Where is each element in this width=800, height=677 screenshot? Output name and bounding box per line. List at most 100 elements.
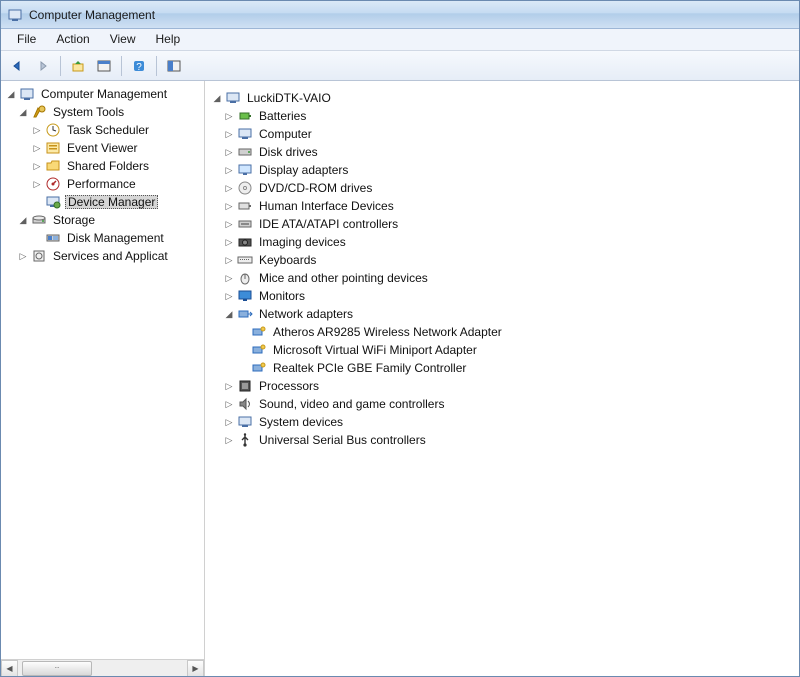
device-imaging[interactable]: ▷ Imaging devices	[209, 233, 797, 251]
computer-management-icon	[19, 86, 35, 102]
menu-file[interactable]: File	[7, 29, 46, 50]
spacer: ▷	[31, 232, 43, 244]
display-adapter-icon	[237, 162, 253, 178]
chevron-down-icon[interactable]: ◢	[17, 214, 29, 226]
device-usb[interactable]: ▷ Universal Serial Bus controllers	[209, 431, 797, 449]
tree-performance[interactable]: ▷ Performance	[3, 175, 204, 193]
menu-help[interactable]: Help	[146, 29, 191, 50]
chevron-right-icon[interactable]: ▷	[31, 178, 43, 190]
toolbar-separator	[121, 56, 122, 76]
disk-drive-icon	[237, 144, 253, 160]
tree-label: Mice and other pointing devices	[257, 272, 430, 284]
device-computer[interactable]: ▷ Computer	[209, 125, 797, 143]
tree-label: IDE ATA/ATAPI controllers	[257, 218, 400, 230]
app-icon	[7, 7, 23, 23]
toolbar-help-icon[interactable]: ?	[127, 54, 151, 78]
shared-folders-icon	[45, 158, 61, 174]
monitor-icon	[237, 288, 253, 304]
network-item[interactable]: ▷ Atheros AR9285 Wireless Network Adapte…	[209, 323, 797, 341]
chevron-right-icon[interactable]: ▷	[223, 200, 235, 212]
network-item[interactable]: ▷ Microsoft Virtual WiFi Miniport Adapte…	[209, 341, 797, 359]
chevron-right-icon[interactable]: ▷	[223, 128, 235, 140]
chevron-right-icon[interactable]: ▷	[31, 160, 43, 172]
chevron-right-icon[interactable]: ▷	[223, 110, 235, 122]
device-mice[interactable]: ▷ Mice and other pointing devices	[209, 269, 797, 287]
chevron-down-icon[interactable]: ◢	[17, 106, 29, 118]
tree-label: Device Manager	[65, 195, 158, 209]
scroll-right-button[interactable]: ▶	[187, 660, 204, 677]
chevron-right-icon[interactable]: ▷	[223, 380, 235, 392]
tree-label: Processors	[257, 380, 321, 392]
chevron-right-icon[interactable]: ▷	[223, 416, 235, 428]
device-tree[interactable]: ◢ LuckiDTK-VAIO ▷ Batteries ▷	[207, 85, 797, 453]
chevron-down-icon[interactable]: ◢	[223, 308, 235, 320]
toolbar-forward[interactable]	[31, 54, 55, 78]
chevron-right-icon[interactable]: ▷	[223, 272, 235, 284]
chevron-down-icon[interactable]: ◢	[5, 88, 17, 100]
tree-disk-management[interactable]: ▷ Disk Management	[3, 229, 204, 247]
chevron-right-icon[interactable]: ▷	[223, 398, 235, 410]
left-scrollbar-horizontal[interactable]: ◀ ⵈ ▶	[1, 659, 204, 676]
toolbar: ?	[1, 51, 799, 81]
chevron-right-icon[interactable]: ▷	[223, 146, 235, 158]
device-batteries[interactable]: ▷ Batteries	[209, 107, 797, 125]
device-system-devices[interactable]: ▷ System devices	[209, 413, 797, 431]
device-host[interactable]: ◢ LuckiDTK-VAIO	[209, 89, 797, 107]
chevron-down-icon[interactable]: ◢	[211, 92, 223, 104]
tree-label: Services and Applicat	[51, 250, 170, 262]
computer-icon	[225, 90, 241, 106]
device-hid[interactable]: ▷ Human Interface Devices	[209, 197, 797, 215]
device-processors[interactable]: ▷ Processors	[209, 377, 797, 395]
processor-icon	[237, 378, 253, 394]
chevron-right-icon[interactable]: ▷	[223, 434, 235, 446]
menu-action[interactable]: Action	[46, 29, 99, 50]
scroll-thumb[interactable]: ⵈ	[22, 661, 92, 676]
chevron-right-icon[interactable]: ▷	[223, 164, 235, 176]
menu-view[interactable]: View	[100, 29, 146, 50]
tree-storage[interactable]: ◢ Storage	[3, 211, 204, 229]
chevron-right-icon[interactable]: ▷	[223, 236, 235, 248]
console-tree[interactable]: ◢ Computer Management ◢ System Tools ▷	[1, 81, 204, 659]
chevron-right-icon[interactable]: ▷	[223, 254, 235, 266]
clock-icon	[45, 122, 61, 138]
disk-management-icon	[45, 230, 61, 246]
chevron-right-icon[interactable]: ▷	[31, 142, 43, 154]
network-item[interactable]: ▷ Realtek PCIe GBE Family Controller	[209, 359, 797, 377]
chevron-right-icon[interactable]: ▷	[223, 182, 235, 194]
tree-task-scheduler[interactable]: ▷ Task Scheduler	[3, 121, 204, 139]
usb-icon	[237, 432, 253, 448]
tree-shared-folders[interactable]: ▷ Shared Folders	[3, 157, 204, 175]
tree-label: Task Scheduler	[65, 124, 151, 136]
tree-system-tools[interactable]: ◢ System Tools	[3, 103, 204, 121]
tree-label: Disk drives	[257, 146, 320, 158]
device-keyboards[interactable]: ▷ Keyboards	[209, 251, 797, 269]
spacer: ▷	[31, 196, 43, 208]
scroll-left-button[interactable]: ◀	[1, 660, 18, 677]
chevron-right-icon[interactable]: ▷	[17, 250, 29, 262]
scroll-track[interactable]: ⵈ	[18, 660, 187, 677]
tree-event-viewer[interactable]: ▷ Event Viewer	[3, 139, 204, 157]
device-dvd[interactable]: ▷ DVD/CD-ROM drives	[209, 179, 797, 197]
network-adapter-icon	[251, 360, 267, 376]
device-monitors[interactable]: ▷ Monitors	[209, 287, 797, 305]
chevron-right-icon[interactable]: ▷	[223, 290, 235, 302]
device-display-adapters[interactable]: ▷ Display adapters	[209, 161, 797, 179]
device-disk-drives[interactable]: ▷ Disk drives	[209, 143, 797, 161]
network-adapter-icon	[237, 306, 253, 322]
device-ide[interactable]: ▷ IDE ATA/ATAPI controllers	[209, 215, 797, 233]
chevron-right-icon[interactable]: ▷	[31, 124, 43, 136]
toolbar-properties-icon[interactable]	[92, 54, 116, 78]
toolbar-up-icon[interactable]	[66, 54, 90, 78]
tree-services-apps[interactable]: ▷ Services and Applicat	[3, 247, 204, 265]
toolbar-back[interactable]	[5, 54, 29, 78]
tree-label: System Tools	[51, 106, 126, 118]
chevron-right-icon[interactable]: ▷	[223, 218, 235, 230]
tree-root[interactable]: ◢ Computer Management	[3, 85, 204, 103]
toolbar-showhide-icon[interactable]	[162, 54, 186, 78]
window-title: Computer Management	[29, 8, 155, 22]
device-sound[interactable]: ▷ Sound, video and game controllers	[209, 395, 797, 413]
event-viewer-icon	[45, 140, 61, 156]
content: ◢ Computer Management ◢ System Tools ▷	[1, 81, 799, 676]
tree-device-manager[interactable]: ▷ Device Manager	[3, 193, 204, 211]
device-network[interactable]: ◢ Network adapters	[209, 305, 797, 323]
